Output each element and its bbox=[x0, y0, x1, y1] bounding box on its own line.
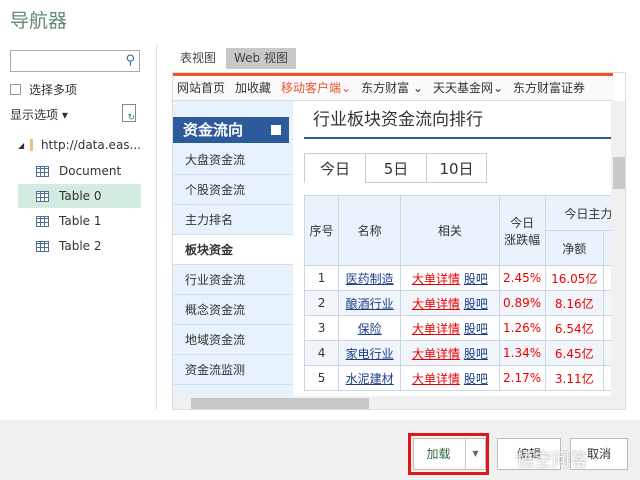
tree-item-label: Table 2 bbox=[59, 239, 102, 253]
change-pct: 1.34% bbox=[498, 340, 546, 366]
forum-link[interactable]: 股吧 bbox=[464, 297, 488, 311]
collapse-icon[interactable]: ◢ bbox=[18, 141, 24, 150]
site-nav: 网站首页 加收藏 移动客户端⌄ 东方财富 ⌄ 天天基金网⌄ 东方财富证券 bbox=[173, 73, 613, 101]
row-no: 4 bbox=[303, 340, 340, 366]
title-underline bbox=[304, 137, 611, 139]
col-change-l1: 今日 bbox=[510, 215, 535, 230]
select-multiple-label: 选择多项 bbox=[29, 83, 78, 97]
row-no: 5 bbox=[303, 365, 340, 391]
detail-link[interactable]: 大单详情 bbox=[412, 297, 460, 311]
search-input[interactable]: ⚲ bbox=[10, 50, 140, 72]
table-row: 3保险大单详情 股吧1.26%6.54亿9 bbox=[303, 315, 625, 341]
side-header-label: 资金流向 bbox=[183, 121, 244, 139]
side-item[interactable]: 资金流监测 bbox=[173, 355, 293, 385]
folder-icon bbox=[30, 139, 33, 151]
net-amount: 6.45亿 bbox=[544, 340, 604, 366]
nav-mobile[interactable]: 移动客户端⌄ bbox=[281, 81, 351, 95]
refresh-icon[interactable]: ↻ bbox=[122, 104, 136, 123]
forum-link[interactable]: 股吧 bbox=[464, 372, 488, 386]
tab-today[interactable]: 今日 bbox=[304, 153, 366, 183]
change-pct: 2.17% bbox=[498, 365, 546, 391]
side-item[interactable]: 行业资金流 bbox=[173, 265, 293, 295]
nav-securities[interactable]: 东方财富证券 bbox=[513, 81, 585, 95]
tree-item-table-1[interactable]: Table 1 bbox=[18, 209, 141, 233]
divider bbox=[156, 45, 157, 410]
highlight-box bbox=[408, 433, 489, 475]
tab-5day[interactable]: 5日 bbox=[365, 153, 427, 183]
tab-10day[interactable]: 10日 bbox=[426, 153, 487, 183]
net-amount: 3.11亿 bbox=[544, 365, 604, 391]
sector-link[interactable]: 医药制造 bbox=[346, 272, 394, 286]
side-header[interactable]: 资金流向 bbox=[173, 117, 289, 143]
content-title: 行业板块资金流向排行 bbox=[313, 110, 483, 130]
table-row: 1医药制造大单详情 股吧2.45%16.05亿5 bbox=[303, 265, 625, 291]
search-icon: ⚲ bbox=[125, 53, 135, 68]
net-amount: 16.05亿 bbox=[544, 265, 604, 291]
row-no: 2 bbox=[303, 290, 340, 316]
table-row: 4家电行业大单详情 股吧1.34%6.45亿6 bbox=[303, 340, 625, 366]
flow-table: 序号名称相关今日涨跌幅今日主力净 净额净 1医药制造大单详情 股吧2.45%16… bbox=[303, 195, 625, 391]
row-no: 3 bbox=[303, 315, 340, 341]
sector-link[interactable]: 酿酒行业 bbox=[346, 297, 394, 311]
col-change: 今日 涨跌幅 bbox=[498, 195, 546, 266]
tree-item-label: Table 0 bbox=[59, 189, 102, 203]
table-icon bbox=[36, 190, 49, 202]
dialog-title: 导航器 bbox=[10, 10, 68, 32]
table-row: 5水泥建材大单详情 股吧2.17%3.11亿3 bbox=[303, 365, 625, 391]
checkbox[interactable] bbox=[10, 84, 21, 95]
tree-root[interactable]: ◢ http://data.eas... bbox=[18, 133, 141, 157]
watermark: 悟空问答 bbox=[516, 450, 588, 471]
forum-link[interactable]: 股吧 bbox=[464, 347, 488, 361]
tree-root-label: http://data.eas... bbox=[40, 138, 141, 152]
display-options-dropdown[interactable]: 显示选项 ▾ bbox=[10, 106, 68, 123]
change-pct: 0.89% bbox=[498, 290, 546, 316]
detail-link[interactable]: 大单详情 bbox=[412, 322, 460, 336]
tree-item-label: Document bbox=[59, 164, 122, 178]
net-amount: 6.54亿 bbox=[544, 315, 604, 341]
tree-item-label: Table 1 bbox=[59, 214, 102, 228]
change-pct: 2.45% bbox=[498, 265, 546, 291]
col-change-l2: 涨跌幅 bbox=[504, 232, 541, 247]
tab-table-view[interactable]: 表视图 bbox=[172, 48, 224, 69]
table-icon bbox=[36, 215, 49, 227]
col-no: 序号 bbox=[303, 195, 340, 266]
row-no: 1 bbox=[303, 265, 340, 291]
tree-item-document[interactable]: Document bbox=[18, 159, 141, 183]
select-multiple-checkbox[interactable]: 选择多项 bbox=[10, 81, 77, 98]
col-net: 净额 bbox=[544, 230, 604, 266]
tab-web-view[interactable]: Web 视图 bbox=[226, 48, 296, 69]
col-name: 名称 bbox=[338, 195, 402, 266]
vertical-scrollbar[interactable] bbox=[611, 101, 625, 396]
side-item-active[interactable]: 板块资金 bbox=[173, 235, 293, 265]
table-icon bbox=[36, 165, 49, 177]
tree-item-table-0[interactable]: Table 0 bbox=[18, 184, 141, 208]
detail-link[interactable]: 大单详情 bbox=[412, 372, 460, 386]
nav-favorite[interactable]: 加收藏 bbox=[235, 81, 271, 95]
detail-link[interactable]: 大单详情 bbox=[412, 272, 460, 286]
sector-link[interactable]: 水泥建材 bbox=[346, 372, 394, 386]
nav-home[interactable]: 网站首页 bbox=[177, 81, 225, 95]
table-icon bbox=[36, 240, 49, 252]
net-amount: 8.16亿 bbox=[544, 290, 604, 316]
table-row: 2酿酒行业大单详情 股吧0.89%8.16亿9 bbox=[303, 290, 625, 316]
side-item[interactable]: 概念资金流 bbox=[173, 295, 293, 325]
sector-link[interactable]: 家电行业 bbox=[346, 347, 394, 361]
nav-eastmoney[interactable]: 东方财富 ⌄ bbox=[361, 81, 423, 95]
side-item[interactable]: 大盘资金流 bbox=[173, 145, 293, 175]
change-pct: 1.26% bbox=[498, 315, 546, 341]
detail-link[interactable]: 大单详情 bbox=[412, 347, 460, 361]
forum-link[interactable]: 股吧 bbox=[464, 272, 488, 286]
side-item[interactable]: 个股资金流 bbox=[173, 175, 293, 205]
tree-item-table-2[interactable]: Table 2 bbox=[18, 234, 141, 258]
nav-fund[interactable]: 天天基金网⌄ bbox=[433, 81, 503, 95]
collapse-icon[interactable] bbox=[271, 125, 281, 135]
scroll-thumb[interactable] bbox=[191, 398, 369, 409]
sector-link[interactable]: 保险 bbox=[358, 322, 382, 336]
scroll-thumb[interactable] bbox=[613, 157, 625, 189]
side-item[interactable]: 地域资金流 bbox=[173, 325, 293, 355]
forum-link[interactable]: 股吧 bbox=[464, 322, 488, 336]
col-related: 相关 bbox=[400, 195, 500, 266]
web-view: 网站首页 加收藏 移动客户端⌄ 东方财富 ⌄ 天天基金网⌄ 东方财富证券 资金流向 大盘资… bbox=[172, 72, 626, 410]
side-item[interactable]: 主力排名 bbox=[173, 205, 293, 235]
